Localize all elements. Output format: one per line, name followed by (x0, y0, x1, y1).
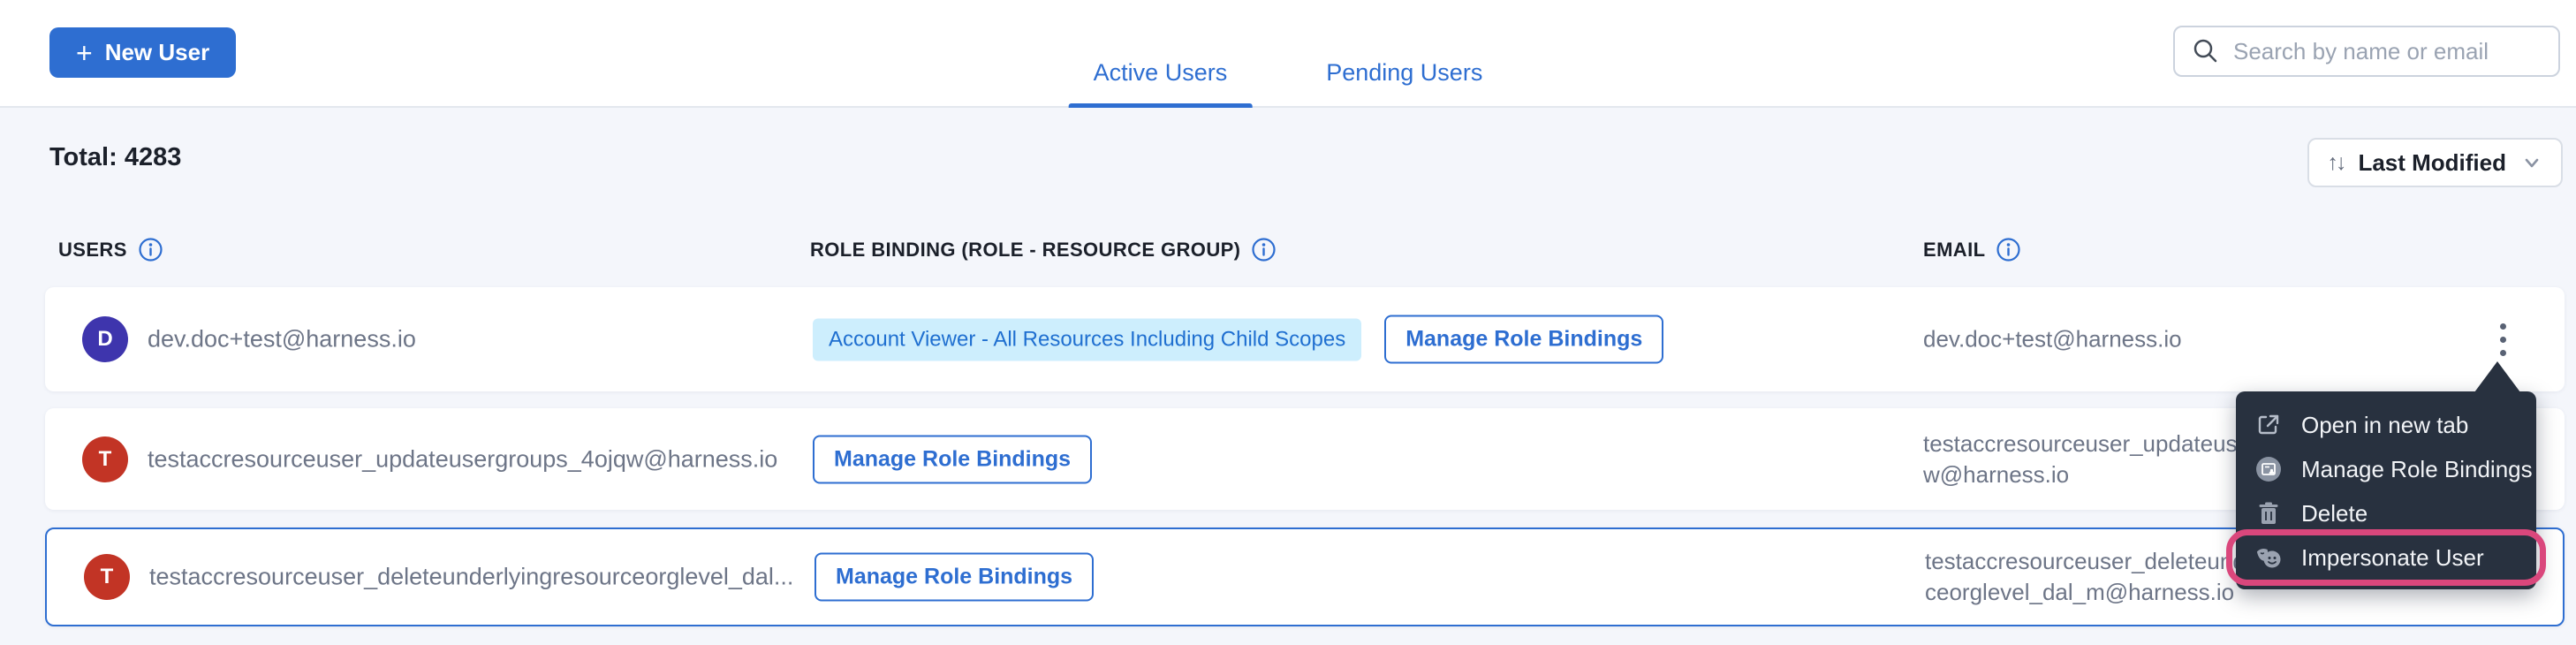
info-icon[interactable] (1996, 237, 2021, 262)
users-header-label: USERS (58, 239, 127, 262)
info-icon[interactable] (138, 237, 163, 262)
manage-role-bindings-button[interactable]: Manage Role Bindings (814, 553, 1094, 602)
menu-item-open-in-new-tab[interactable]: Open in new tab (2236, 403, 2536, 447)
info-icon[interactable] (1251, 237, 1277, 262)
email-header-label: EMAIL (1923, 239, 1985, 262)
external-link-icon (2254, 412, 2284, 438)
table-row[interactable]: T testaccresourceuser_updateusergroups_4… (45, 408, 2565, 510)
avatar: T (82, 436, 128, 482)
search-input[interactable] (2233, 38, 2542, 65)
avatar: T (84, 554, 130, 600)
masks-icon (2254, 543, 2284, 572)
email-cell: dev.doc+test@harness.io (1923, 324, 2182, 355)
user-name: testaccresourceuser_deleteunderlyingreso… (149, 564, 793, 591)
user-management-page: + New User Active Users Pending Users To… (0, 0, 2576, 645)
menu-item-delete[interactable]: Delete (2236, 491, 2536, 535)
email-line: dev.doc+test@harness.io (1923, 324, 2182, 355)
chevron-down-icon (2520, 151, 2543, 174)
menu-item-manage-role-bindings[interactable]: Manage Role Bindings (2236, 447, 2536, 491)
table-row-selected[interactable]: T testaccresourceuser_deleteunderlyingre… (45, 527, 2565, 626)
column-header-users: USERS (58, 237, 163, 262)
search-icon (2191, 36, 2221, 66)
plus-icon: + (76, 39, 93, 67)
trash-icon (2254, 500, 2284, 527)
menu-item-label: Impersonate User (2301, 544, 2484, 572)
context-menu: Open in new tab Manage Role Bindings (2236, 391, 2536, 589)
role-binding-cell: Manage Role Bindings (813, 435, 1092, 483)
page-header: + New User Active Users Pending Users (0, 0, 2576, 108)
role-binding-cell: Manage Role Bindings (814, 553, 1094, 602)
tab-active-users-label: Active Users (1094, 59, 1228, 87)
table-row[interactable]: D dev.doc+test@harness.io Account Viewer… (45, 287, 2565, 391)
avatar: D (82, 316, 128, 362)
manage-role-bindings-button[interactable]: Manage Role Bindings (813, 435, 1092, 483)
sort-dropdown[interactable]: ↑↓ Last Modified (2307, 138, 2563, 187)
context-menu-caret (2474, 361, 2520, 392)
role-binding-header-label: ROLE BINDING (ROLE - RESOURCE GROUP) (810, 239, 1240, 262)
new-user-label: New User (105, 39, 210, 66)
menu-item-label: Delete (2301, 500, 2368, 527)
tab-pending-users-label: Pending Users (1326, 59, 1482, 87)
tab-active-users[interactable]: Active Users (1069, 0, 1253, 108)
search-box[interactable] (2173, 26, 2560, 77)
menu-item-impersonate-user[interactable]: Impersonate User (2236, 535, 2536, 580)
sort-arrows-icon: ↑↓ (2327, 150, 2344, 176)
role-binding-tag: Account Viewer - All Resources Including… (813, 318, 1361, 360)
user-name: dev.doc+test@harness.io (148, 326, 416, 353)
column-header-email: EMAIL (1923, 237, 2021, 262)
manage-role-bindings-button[interactable]: Manage Role Bindings (1384, 315, 1663, 364)
role-bindings-icon (2254, 455, 2284, 483)
total-count: Total: 4283 (49, 143, 181, 172)
role-binding-cell: Account Viewer - All Resources Including… (813, 315, 1663, 364)
tab-pending-users[interactable]: Pending Users (1301, 0, 1507, 108)
user-name: testaccresourceuser_updateusergroups_4oj… (148, 445, 777, 473)
active-tab-underline (1069, 103, 1253, 108)
sort-label: Last Modified (2358, 149, 2506, 177)
tab-bar: Active Users Pending Users (1069, 0, 1508, 108)
menu-item-label: Open in new tab (2301, 412, 2468, 439)
row-menu-kebab-icon[interactable] (2485, 315, 2520, 364)
column-header-role-binding: ROLE BINDING (ROLE - RESOURCE GROUP) (810, 237, 1277, 262)
new-user-button[interactable]: + New User (49, 27, 236, 78)
menu-item-label: Manage Role Bindings (2301, 456, 2533, 483)
